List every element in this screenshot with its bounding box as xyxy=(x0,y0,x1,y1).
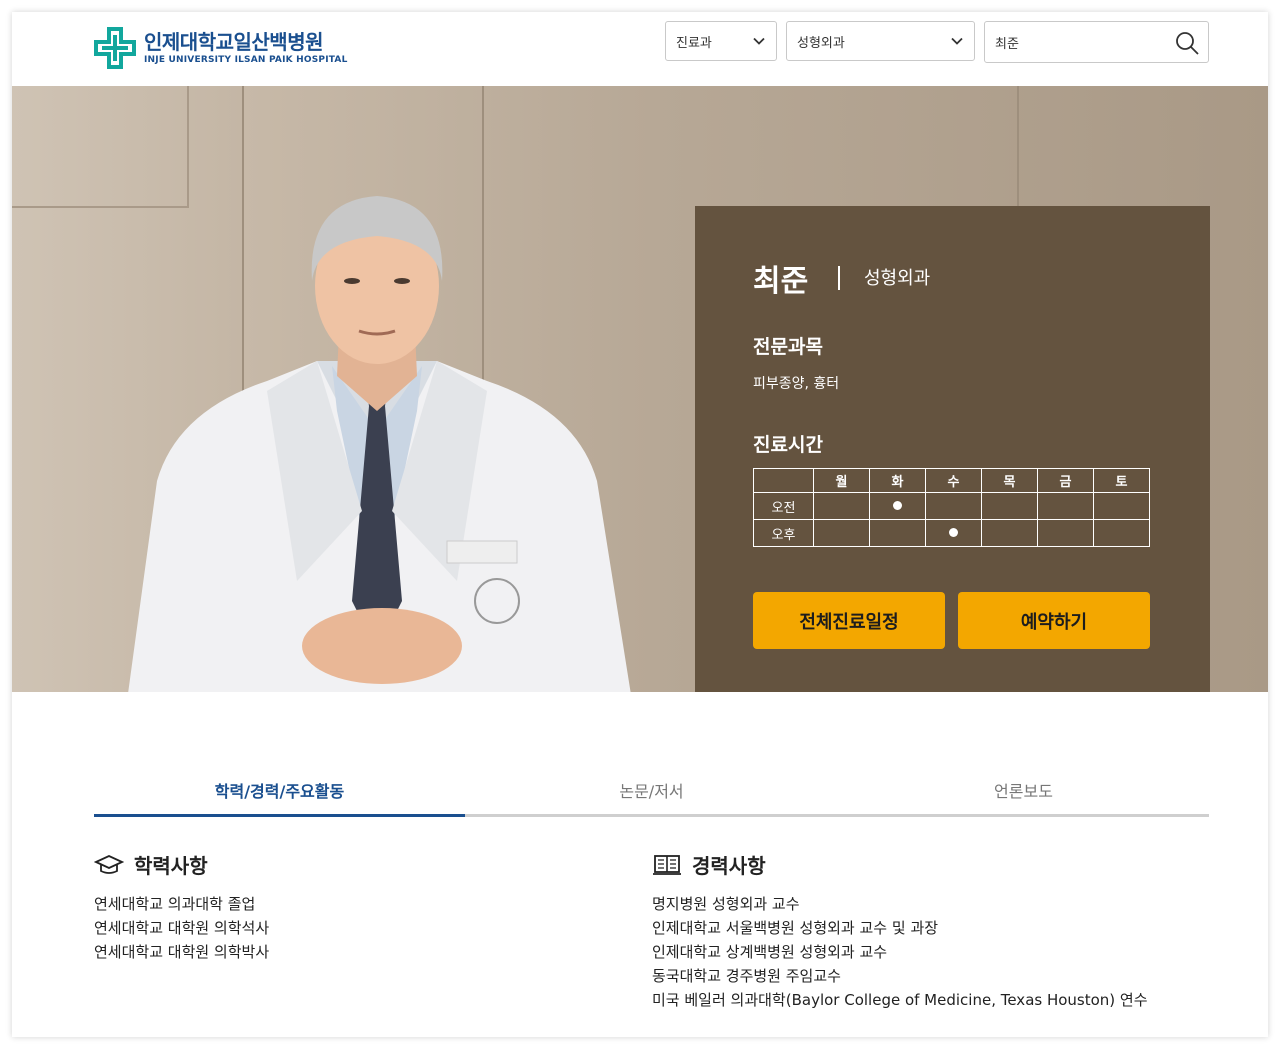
specialty-value: 피부종양, 흉터 xyxy=(753,376,840,392)
name-divider xyxy=(838,266,840,290)
list-item: 연세대학교 의과대학 졸업 xyxy=(94,895,256,913)
list-item: 동국대학교 경주병원 주임교수 xyxy=(652,967,841,985)
chevron-down-icon xyxy=(951,37,963,45)
specialty-heading: 전문과목 xyxy=(753,336,823,358)
hospital-cross-logo-icon xyxy=(94,27,136,69)
list-item: 인제대학교 서울백병원 성형외과 교수 및 과장 xyxy=(652,919,939,937)
search-icon[interactable] xyxy=(1174,30,1200,56)
category-select[interactable]: 진료과 xyxy=(665,21,777,61)
list-item: 연세대학교 대학원 의학박사 xyxy=(94,943,270,961)
day-sat: 토 xyxy=(1093,468,1150,493)
reservation-button[interactable]: 예약하기 xyxy=(958,592,1150,649)
schedule-cell xyxy=(925,492,982,520)
schedule-corner xyxy=(753,468,814,493)
hospital-logo[interactable]: 인제대학교일산백병원 INJE UNIVERSITY ILSAN PAIK HO… xyxy=(94,22,348,74)
day-tue: 화 xyxy=(869,468,926,493)
schedule-cell xyxy=(1093,492,1150,520)
schedule-cell xyxy=(869,492,926,520)
schedule-row-afternoon: 오후 xyxy=(753,519,1150,547)
career-list: 명지병원 성형외과 교수 인제대학교 서울백병원 성형외과 교수 및 과장 인제… xyxy=(652,892,1148,1012)
career-heading: 경력사항 xyxy=(652,850,766,879)
tab-press[interactable]: 언론보도 xyxy=(838,766,1209,814)
tab-active-indicator xyxy=(94,814,465,817)
schedule-cell xyxy=(1037,519,1094,547)
schedule-table: 월 화 수 목 금 토 오전 오후 xyxy=(753,468,1150,547)
education-heading: 학력사항 xyxy=(94,850,208,879)
doctor-department: 성형외과 xyxy=(864,268,931,289)
full-schedule-button[interactable]: 전체진료일정 xyxy=(753,592,945,649)
doctor-hero: 최준 성형외과 전문과목 피부종양, 흉터 진료시간 월 화 수 목 금 토 오… xyxy=(12,86,1268,692)
logo-korean-name: 인제대학교일산백병원 xyxy=(144,30,323,54)
career-title: 경력사항 xyxy=(692,854,766,878)
list-item: 연세대학교 대학원 의학석사 xyxy=(94,919,270,937)
list-item: 미국 베일러 의과대학(Baylor College of Medicine, … xyxy=(652,991,1148,1009)
schedule-cell xyxy=(925,519,982,547)
chevron-down-icon xyxy=(753,37,765,45)
schedule-cell xyxy=(981,492,1038,520)
schedule-cell xyxy=(1093,519,1150,547)
doctor-search-input[interactable]: 최준 xyxy=(984,21,1209,63)
day-mon: 월 xyxy=(813,468,870,493)
logo-english-name: INJE UNIVERSITY ILSAN PAIK HOSPITAL xyxy=(144,55,348,65)
schedule-cell xyxy=(1037,492,1094,520)
schedule-available-dot xyxy=(949,527,958,537)
row-label: 오전 xyxy=(753,492,814,520)
day-wed: 수 xyxy=(925,468,982,493)
category-select-value: 진료과 xyxy=(676,35,712,51)
graduation-cap-icon xyxy=(94,854,124,874)
schedule-cell xyxy=(869,519,926,547)
schedule-cell xyxy=(981,519,1038,547)
tab-education-career[interactable]: 학력/경력/주요활동 xyxy=(94,766,465,814)
schedule-row-morning: 오전 xyxy=(753,492,1150,520)
schedule-cell xyxy=(813,492,870,520)
list-item: 인제대학교 상계백병원 성형외과 교수 xyxy=(652,943,888,961)
department-select[interactable]: 성형외과 xyxy=(786,21,975,61)
day-thu: 목 xyxy=(981,468,1038,493)
education-title: 학력사항 xyxy=(134,854,208,878)
search-input-value: 최준 xyxy=(995,36,1019,52)
profile-tabs: 학력/경력/주요활동 논문/저서 언론보도 xyxy=(94,766,1209,817)
tab-papers[interactable]: 논문/저서 xyxy=(466,766,837,814)
education-list: 연세대학교 의과대학 졸업 연세대학교 대학원 의학석사 연세대학교 대학원 의… xyxy=(94,892,269,964)
site-header: 인제대학교일산백병원 INJE UNIVERSITY ILSAN PAIK HO… xyxy=(12,12,1268,86)
department-select-value: 성형외과 xyxy=(797,35,845,51)
open-book-icon xyxy=(653,854,681,875)
list-item: 명지병원 성형외과 교수 xyxy=(652,895,800,913)
page-frame: 인제대학교일산백병원 INJE UNIVERSITY ILSAN PAIK HO… xyxy=(12,12,1268,1037)
day-fri: 금 xyxy=(1037,468,1094,493)
doctor-photo xyxy=(128,196,631,692)
doctor-info-panel: 최준 성형외과 전문과목 피부종양, 흉터 진료시간 월 화 수 목 금 토 오… xyxy=(695,206,1210,692)
schedule-heading: 진료시간 xyxy=(753,434,823,456)
schedule-cell xyxy=(813,519,870,547)
schedule-available-dot xyxy=(893,500,902,510)
row-label: 오후 xyxy=(753,519,814,547)
doctor-name: 최준 xyxy=(753,264,809,299)
